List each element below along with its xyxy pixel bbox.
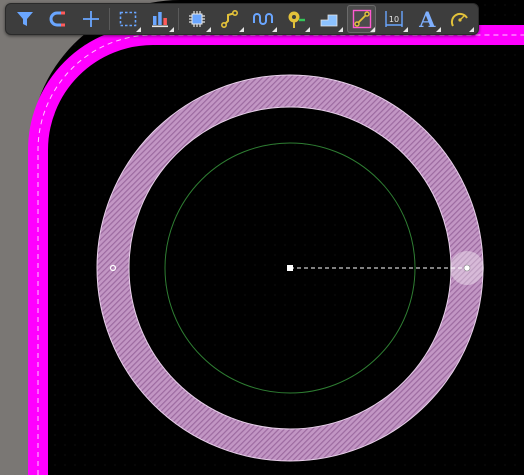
track-tool[interactable] <box>346 5 377 33</box>
component-icon <box>189 11 206 27</box>
dropdown-indicator <box>136 27 142 32</box>
toolbar-separator <box>178 8 180 30</box>
component-tool[interactable] <box>182 5 212 33</box>
select-tool[interactable] <box>113 5 143 33</box>
tune-icon <box>252 13 273 25</box>
fill-icon <box>320 14 338 27</box>
align-icon <box>152 12 169 28</box>
tune-tool[interactable] <box>248 5 278 33</box>
edge-handle[interactable] <box>463 264 471 272</box>
dropdown-indicator <box>169 27 175 32</box>
route-tool[interactable] <box>215 5 245 33</box>
pcb-canvas[interactable] <box>0 0 524 475</box>
dropdown-indicator <box>370 27 376 32</box>
dropdown-indicator <box>271 27 277 32</box>
toolbar-separator <box>108 8 110 30</box>
fill-tool[interactable] <box>314 5 344 33</box>
crosshair-icon <box>82 11 99 27</box>
via-tool[interactable] <box>281 5 311 33</box>
dropdown-indicator <box>239 27 245 32</box>
filter-tool[interactable] <box>10 5 40 33</box>
dropdown-indicator <box>206 27 212 32</box>
crosshair-tool[interactable] <box>76 5 106 33</box>
dimension-tool[interactable]: 10 <box>379 5 409 33</box>
text-icon: A <box>419 6 436 32</box>
dropdown-indicator <box>337 27 343 32</box>
route-icon <box>221 9 239 29</box>
dropdown-indicator <box>469 27 475 32</box>
track-icon <box>352 9 371 29</box>
via-icon <box>288 11 305 28</box>
dropdown-indicator <box>403 27 409 32</box>
svg-text:10: 10 <box>389 15 399 24</box>
snap-tool[interactable] <box>43 5 73 33</box>
selection-rect-icon <box>119 11 136 27</box>
filter-icon <box>16 12 33 26</box>
magnet-icon <box>49 11 65 27</box>
arc-tool[interactable] <box>445 5 475 33</box>
align-tool[interactable] <box>145 5 175 33</box>
dimension-icon: 10 <box>385 11 404 27</box>
dropdown-indicator <box>436 27 442 32</box>
text-tool[interactable]: A <box>412 5 442 33</box>
center-handle[interactable] <box>287 265 293 271</box>
dropdown-indicator <box>304 27 310 32</box>
toolbar: 10 A <box>5 3 479 35</box>
arc-icon <box>451 12 468 27</box>
